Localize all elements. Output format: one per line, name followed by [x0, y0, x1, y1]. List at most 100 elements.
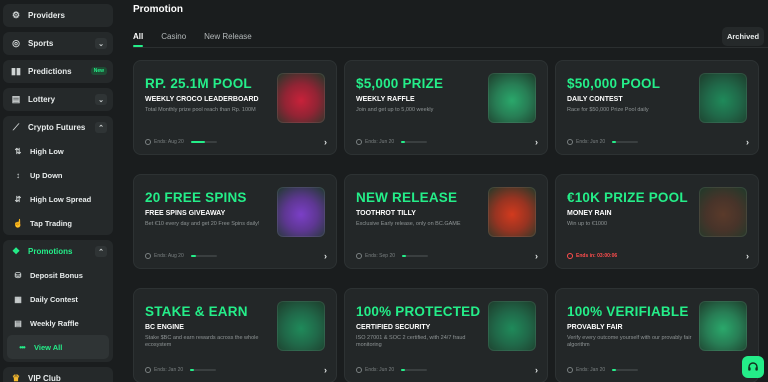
progress-fill — [612, 369, 617, 371]
sidebar-item-label: Crypto Futures — [28, 123, 86, 132]
promo-card-title: $5,000 PRIZE — [356, 76, 444, 91]
end-date-text: Ends: Jan 20 — [154, 367, 184, 373]
sidebar-item-sports[interactable]: ◎ Sports ⌄ — [3, 32, 113, 55]
progress-bar — [402, 255, 429, 257]
live-support-button[interactable] — [742, 356, 764, 378]
promo-card-end-date: Ends: Aug 20 — [145, 139, 217, 145]
promo-card[interactable]: $5,000 PRIZE WEEKLY RAFFLE Join and get up… — [344, 60, 548, 155]
end-date-text: Ends: Jun 20 — [365, 139, 395, 145]
chevron-up-icon[interactable]: ⌃ — [95, 246, 107, 257]
promo-card-subtitle: BC ENGINE — [145, 324, 184, 331]
sidebar-group-promotions: ❖ Promotions ⌃ ⛁ Deposit Bonus ▦ Daily C… — [3, 240, 113, 362]
end-date-text: Ends: Aug 20 — [154, 139, 184, 145]
promo-card-subtitle: WEEKLY RAFFLE — [356, 96, 415, 103]
progress-fill — [612, 141, 617, 143]
promo-card-title: RP. 25.1M POOL — [145, 76, 252, 91]
sidebar-item-label: Daily Contest — [30, 294, 78, 304]
end-date-text: Ends: Sep 20 — [365, 253, 396, 259]
promotion-tabs: All Casino New Release — [133, 32, 270, 47]
sidebar-item-label: Promotions — [28, 247, 73, 256]
promo-card[interactable]: 100% VERIFIABLE PROVABLY FAIR Verify every… — [555, 288, 759, 382]
progress-bar — [401, 369, 428, 371]
sidebar-item-up-down[interactable]: ↕ Up Down — [3, 163, 113, 187]
sidebar-item-providers[interactable]: ⚙ Providers — [3, 4, 113, 27]
sidebar-item-vip-club[interactable]: ♛ VIP Club — [3, 367, 113, 382]
sidebar-item-tap-trading[interactable]: ☝ Tap Trading — [3, 211, 113, 235]
sidebar-item-lottery[interactable]: ▤ Lottery ⌄ — [3, 88, 113, 111]
arrows-icon: ⇅ — [14, 146, 22, 156]
sidebar-item-label: Providers — [28, 11, 65, 20]
chevron-right-icon[interactable]: › — [324, 251, 327, 261]
promo-card[interactable]: $50,000 POOL DAILY CONTEST Race for $50,00… — [555, 60, 759, 155]
tap-icon: ☝ — [13, 218, 23, 228]
chevron-up-icon[interactable]: ⌃ — [95, 122, 107, 133]
sidebar-item-crypto-futures[interactable]: ⟋ Crypto Futures ⌃ — [3, 116, 113, 139]
progress-fill — [190, 141, 206, 143]
tab-new-release[interactable]: New Release — [204, 32, 252, 47]
promo-card-subtitle: MONEY RAIN — [567, 210, 612, 217]
sidebar-item-view-all[interactable]: ••• View All — [7, 335, 109, 359]
chevron-right-icon[interactable]: › — [746, 251, 749, 261]
progress-bar — [190, 369, 217, 371]
gear-icon: ⚙ — [11, 10, 21, 20]
progress-bar — [612, 141, 639, 143]
headset-icon — [748, 362, 758, 371]
ticket-icon: ▤ — [11, 94, 21, 104]
chevron-right-icon[interactable]: › — [324, 137, 327, 147]
clock-icon — [567, 139, 573, 145]
tab-all[interactable]: All — [133, 32, 144, 47]
sidebar-item-label: VIP Club — [28, 374, 61, 382]
promo-card-end-date: Ends: Jun 20 — [356, 139, 428, 145]
sidebar-group-crypto-futures: ⟋ Crypto Futures ⌃ ⇅ High Low ↕ Up Down … — [3, 116, 113, 235]
tilly-art — [488, 187, 536, 237]
chevron-down-icon[interactable]: ⌄ — [95, 38, 107, 49]
chevron-right-icon[interactable]: › — [324, 365, 327, 375]
sidebar-group-lottery: ▤ Lottery ⌄ — [3, 88, 113, 111]
promo-card-subtitle: FREE SPINS GIVEAWAY — [145, 210, 226, 217]
end-date-text: Ends in: 03:00:06 — [576, 253, 618, 259]
promo-card[interactable]: STAKE & EARN BC ENGINE Stake $BC and earn … — [133, 288, 337, 382]
sidebar: ⚙ Providers ◎ Sports ⌄ ▮▮ Predictions Ne… — [0, 0, 116, 382]
promo-card-title: NEW RELEASE — [356, 190, 458, 205]
sidebar-item-weekly-raffle[interactable]: ▤ Weekly Raffle — [3, 311, 113, 335]
end-date-text: Ends: Aug 20 — [154, 253, 184, 259]
ball-icon: ◎ — [12, 38, 20, 48]
clock-icon — [145, 253, 151, 259]
sidebar-item-high-low[interactable]: ⇅ High Low — [3, 139, 113, 163]
promo-card[interactable]: 20 FREE SPINS FREE SPINS GIVEAWAY Bet €10 … — [133, 174, 337, 269]
mascot-art — [277, 187, 325, 237]
sidebar-item-label: Weekly Raffle — [30, 318, 79, 328]
sidebar-item-promotions[interactable]: ❖ Promotions ⌃ — [3, 240, 113, 263]
sidebar-item-high-low-spread[interactable]: ⇵ High Low Spread — [3, 187, 113, 211]
archived-button[interactable]: Archived — [722, 27, 764, 46]
sidebar-item-predictions[interactable]: ▮▮ Predictions New — [3, 60, 113, 83]
promo-card[interactable]: €10K PRIZE POOL MONEY RAIN Win up to €1000… — [555, 174, 759, 269]
clock-icon — [356, 139, 362, 145]
promo-card-title: 20 FREE SPINS — [145, 190, 247, 205]
promo-card-description: Race for $50,000 Prize Pool daily — [567, 107, 649, 113]
calendar-icon: ▦ — [14, 294, 22, 304]
sidebar-group-vip: ♛ VIP Club — [3, 367, 113, 382]
arrow-updown-icon: ↕ — [16, 170, 20, 180]
tab-casino[interactable]: Casino — [161, 32, 186, 47]
promo-card-title: €10K PRIZE POOL — [567, 190, 688, 205]
promo-card[interactable]: NEW RELEASE TOOTHROT TILLY Exclusive Early… — [344, 174, 548, 269]
promo-card[interactable]: RP. 25.1M POOL WEEKLY CROCO LEADERBOARD To… — [133, 60, 337, 155]
sidebar-group-providers: ⚙ Providers — [3, 4, 113, 27]
engine-art — [277, 301, 325, 351]
sidebar-item-label: Up Down — [30, 170, 63, 180]
chevron-right-icon[interactable]: › — [535, 365, 538, 375]
sidebar-item-daily-contest[interactable]: ▦ Daily Contest — [3, 287, 113, 311]
sidebar-item-deposit-bonus[interactable]: ⛁ Deposit Bonus — [3, 263, 113, 287]
coins-icon: ⛁ — [14, 270, 22, 280]
chevron-right-icon[interactable]: › — [746, 137, 749, 147]
sidebar-group-sports: ◎ Sports ⌄ — [3, 32, 113, 55]
chevron-down-icon[interactable]: ⌄ — [95, 94, 107, 105]
promo-card-subtitle: DAILY CONTEST — [567, 96, 623, 103]
divider — [133, 47, 768, 48]
progress-fill — [401, 369, 406, 371]
promo-card[interactable]: 100% PROTECTED CERTIFIED SECURITY ISO 2700… — [344, 288, 548, 382]
clock-icon — [567, 367, 573, 373]
chevron-right-icon[interactable]: › — [535, 137, 538, 147]
chevron-right-icon[interactable]: › — [535, 251, 538, 261]
